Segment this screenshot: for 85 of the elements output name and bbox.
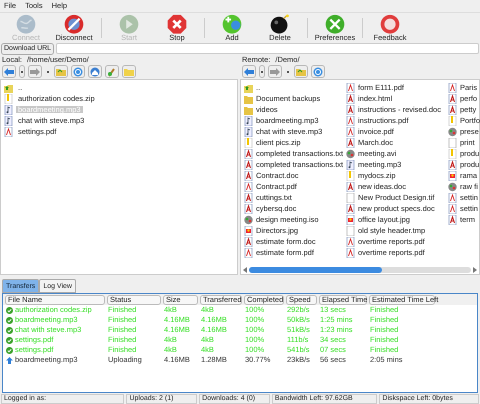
pdf-file-icon (346, 248, 355, 258)
globe-icon (15, 14, 37, 34)
check-icon (6, 316, 13, 324)
toolbar-button[interactable] (122, 65, 136, 78)
refresh-icon (73, 66, 83, 76)
blank-file-icon (346, 226, 355, 236)
document-icon (346, 182, 355, 192)
zip-file-icon (448, 148, 457, 158)
document-icon (448, 160, 457, 170)
document-icon (244, 160, 253, 170)
document-icon (244, 236, 253, 246)
back-button[interactable] (2, 65, 16, 78)
horizontal-scrollbar[interactable] (241, 265, 479, 274)
document-icon (244, 170, 253, 180)
document-icon (244, 204, 253, 214)
feedback-icon (379, 14, 401, 34)
document-icon (346, 94, 355, 104)
disconnect-icon (63, 14, 85, 34)
folder-icon (124, 66, 134, 76)
pdf-file-icon (346, 116, 355, 126)
stop-icon (166, 14, 188, 34)
home-icon (90, 66, 100, 76)
disc-icon (448, 182, 457, 192)
document-icon (448, 104, 457, 114)
folder-up-icon (56, 67, 66, 76)
pdf-file-icon (448, 204, 457, 214)
document-icon (346, 204, 355, 214)
document-icon (346, 104, 355, 114)
document-icon (448, 94, 457, 104)
image-file-icon (346, 214, 355, 224)
toolbar-button[interactable] (71, 65, 85, 78)
back-button[interactable] (242, 65, 256, 78)
play-icon (118, 14, 140, 34)
scroll-left-icon (243, 266, 247, 272)
disc-icon (244, 214, 253, 224)
disc-icon (346, 148, 355, 158)
blank-file-icon (346, 192, 355, 202)
pdf-file-icon (448, 192, 457, 202)
refresh-icon (313, 66, 323, 76)
audio-file-icon (244, 116, 253, 126)
document-icon (346, 138, 355, 148)
forward-arrow-icon (30, 68, 40, 76)
zip-file-icon (448, 116, 457, 126)
audio-file-icon (4, 116, 13, 126)
bomb-icon (269, 14, 291, 34)
audio-file-icon (244, 126, 253, 136)
image-file-icon (448, 170, 457, 180)
document-icon (448, 214, 457, 224)
up-folder-icon (244, 82, 253, 92)
check-icon (6, 306, 13, 314)
check-icon (6, 346, 13, 354)
zip-file-icon (4, 94, 13, 104)
folder-up-icon (296, 67, 306, 76)
check-icon (6, 336, 13, 344)
pdf-file-icon (244, 248, 253, 258)
back-arrow-icon (244, 68, 254, 76)
image-file-icon (244, 226, 253, 236)
pdf-file-icon (346, 126, 355, 136)
up-folder-icon (4, 82, 13, 92)
pdf-file-icon (448, 82, 457, 92)
forward-arrow-icon (270, 68, 280, 76)
add-icon (221, 14, 243, 34)
document-icon (244, 148, 253, 158)
pdf-file-icon (346, 82, 355, 92)
pdf-file-icon (244, 182, 253, 192)
zip-file-icon (244, 138, 253, 148)
pdf-file-icon (4, 126, 13, 136)
toolbar-button[interactable] (311, 65, 325, 78)
toolbar-button[interactable] (88, 65, 102, 78)
disc-icon (448, 126, 457, 136)
audio-file-icon (346, 160, 355, 170)
url-field[interactable] (56, 43, 479, 54)
audio-file-icon (4, 104, 13, 114)
scroll-right-icon (473, 266, 477, 272)
upload-arrow-icon (6, 356, 13, 364)
brush-icon (107, 66, 117, 76)
toolbar-button[interactable] (105, 65, 119, 78)
dropdown-button[interactable] (19, 65, 25, 78)
back-arrow-icon (4, 68, 14, 76)
pdf-file-icon (346, 236, 355, 246)
zip-file-icon (346, 170, 355, 180)
document-icon (244, 192, 253, 202)
check-icon (6, 326, 13, 334)
blank-file-icon (448, 138, 457, 148)
dropdown-button[interactable] (259, 65, 265, 78)
